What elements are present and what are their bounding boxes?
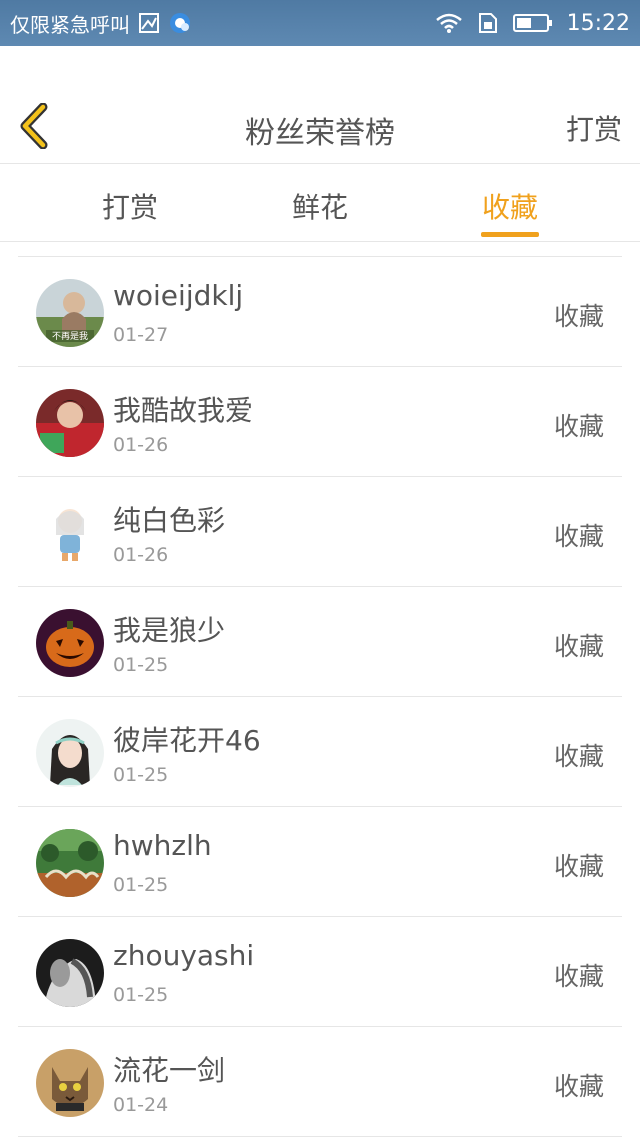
item-date: 01-25 [113,764,169,786]
item-date: 01-25 [113,654,169,676]
avatar [36,939,104,1007]
item-type: 收藏 [553,302,604,331]
item-type: 收藏 [553,742,604,771]
avatar [36,609,104,677]
item-date: 01-27 [113,324,169,346]
list-item[interactable]: 我是狼少 01-25 收藏 [18,587,622,697]
image-icon [138,12,160,34]
avatar [36,389,104,457]
item-type: 收藏 [553,412,604,441]
user-name: 纯白色彩 [113,504,226,537]
page-title: 粉丝荣誉榜 [245,116,395,151]
user-name: hwhzlh [113,829,212,862]
battery-icon [512,12,553,34]
list-item[interactable]: zhouyashi 01-25 收藏 [18,917,622,1027]
reward-button[interactable]: 打赏 [566,108,622,148]
app-icon [168,11,192,35]
list-item[interactable]: 彼岸花开46 01-25 收藏 [18,697,622,807]
item-type: 收藏 [553,962,604,991]
list-item[interactable]: 不再是我 woieijdklj 01-27 收藏 [18,257,622,367]
fan-list: 不再是我 woieijdklj 01-27 收藏 我酷故我爱 01-26 收藏 [18,256,622,1137]
list-item[interactable]: 流花一剑 01-24 收藏 [18,1027,622,1137]
item-date: 01-25 [113,984,169,1006]
tab-bar: 打赏 鲜花 收藏 [0,164,640,242]
tab-favorites[interactable]: 收藏 [482,186,538,226]
sim-icon [477,12,499,34]
header: 粉丝荣誉榜 打赏 [0,46,640,164]
item-type: 收藏 [553,632,604,661]
user-name: 我酷故我爱 [113,394,254,427]
avatar [36,829,104,897]
item-date: 01-25 [113,874,169,896]
item-date: 01-24 [113,1094,169,1116]
user-name: 彼岸花开46 [113,724,261,757]
status-bar: 仅限紧急呼叫 15:22 [0,0,640,46]
user-name: zhouyashi [113,939,255,972]
wifi-icon [435,12,463,34]
user-name: 流花一剑 [113,1054,226,1087]
item-date: 01-26 [113,544,169,566]
avatar: 不再是我 [36,279,104,347]
list-item[interactable]: 纯白色彩 01-26 收藏 [18,477,622,587]
active-tab-indicator [481,232,539,237]
clock: 15:22 [566,10,630,36]
item-type: 收藏 [553,522,604,551]
user-name: woieijdklj [113,279,244,312]
item-type: 收藏 [553,852,604,881]
item-type: 收藏 [553,1072,604,1101]
avatar [36,1049,104,1117]
user-name: 我是狼少 [113,614,226,647]
carrier-text: 仅限紧急呼叫 [10,12,130,37]
list-item[interactable]: 我酷故我爱 01-26 收藏 [18,367,622,477]
item-date: 01-26 [113,434,169,456]
tab-flowers[interactable]: 鲜花 [292,186,348,226]
avatar [36,719,104,787]
tab-reward[interactable]: 打赏 [102,186,158,226]
avatar [36,499,104,567]
list-item[interactable]: hwhzlh 01-25 收藏 [18,807,622,917]
avatar-caption: 不再是我 [52,331,88,342]
